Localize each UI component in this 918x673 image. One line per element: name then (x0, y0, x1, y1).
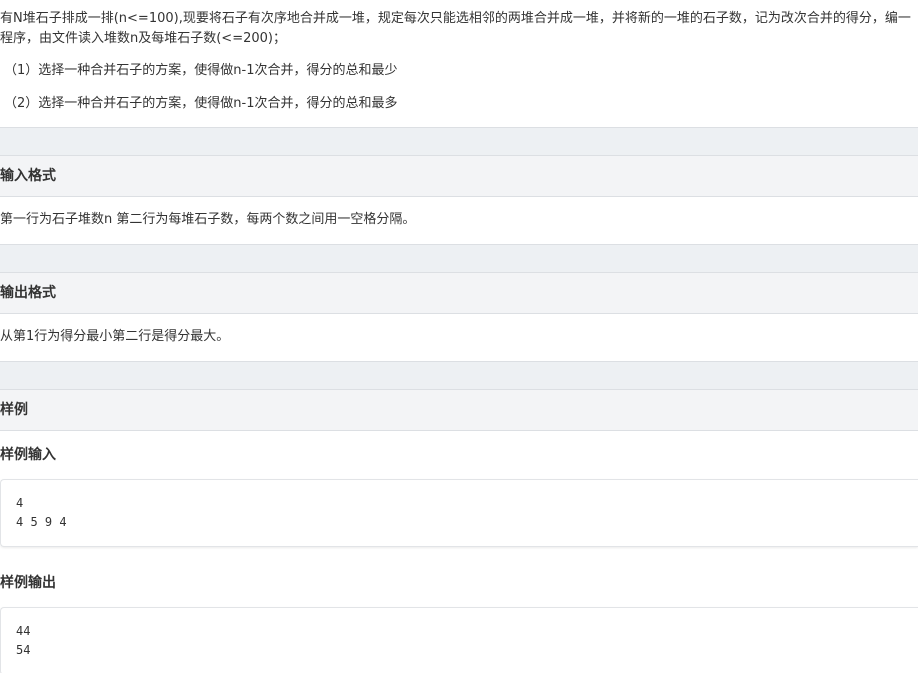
output-format-body: 从第1行为得分最小第二行是得分最大。 (0, 329, 230, 344)
problem-description-section: 有N堆石子排成一排(n<=100),现要将石子有次序地合并成一堆，规定每次只能选… (0, 0, 918, 114)
sample-input-title: 样例输入 (0, 447, 56, 463)
sample-output-title: 样例输出 (0, 575, 56, 591)
output-format-title: 输出格式 (0, 272, 918, 314)
requirement-min: （1）选择一种合并石子的方案，使得做n-1次合并，得分的总和最少 (4, 63, 398, 78)
sample-output-line: 44 (16, 624, 31, 638)
problem-description: 有N堆石子排成一排(n<=100),现要将石子有次序地合并成一堆，规定每次只能选… (0, 11, 911, 46)
samples-title: 样例 (0, 389, 918, 431)
sample-input-line: 4 (16, 496, 24, 510)
requirement-max: （2）选择一种合并石子的方案，使得做n-1次合并，得分的总和最多 (4, 96, 398, 111)
section-divider (0, 127, 918, 155)
sample-output-box[interactable]: 44 54 (0, 607, 918, 673)
input-format-title: 输入格式 (0, 155, 918, 197)
section-divider (0, 361, 918, 389)
sample-input-line: 4 5 9 4 (16, 515, 67, 529)
problem-page: 有N堆石子排成一排(n<=100),现要将石子有次序地合并成一堆，规定每次只能选… (0, 0, 918, 673)
input-format-body: 第一行为石子堆数n 第二行为每堆石子数，每两个数之间用一空格分隔。 (0, 212, 416, 227)
sample-input-box[interactable]: 4 4 5 9 4 (0, 479, 918, 547)
sample-output-line: 54 (16, 643, 31, 657)
section-divider (0, 244, 918, 272)
